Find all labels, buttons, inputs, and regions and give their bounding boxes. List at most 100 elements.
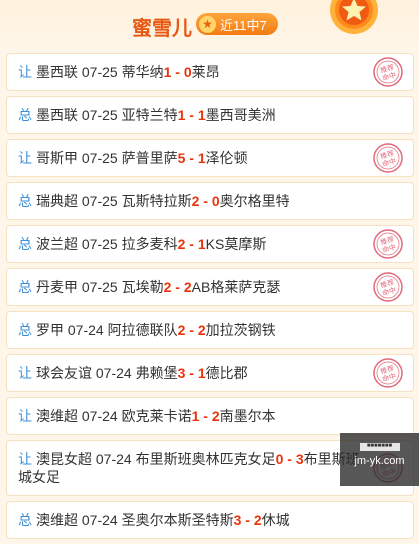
hit-stamp-icon: 推荐命中 [373,272,403,302]
row-score-sep: - [199,193,212,209]
row-score-sep: - [283,451,296,467]
row-away: 莱昂 [191,64,220,80]
row-tag: 总 [18,107,32,123]
row-date: 07-25 [81,150,118,166]
row-tag: 总 [18,322,32,338]
match-row[interactable]: 总波兰超 07-25 拉多麦科2 - 1KS莫摩斯 推荐 命中 [6,225,414,263]
row-away-score: 0 [211,193,220,209]
row-date: 07-24 [81,512,118,528]
watermark: ■■■■■■■ jm-yk.com [340,433,419,486]
row-score-sep: - [171,279,184,295]
row-home: 瓦斯特拉斯 [121,193,192,209]
match-row[interactable]: 让球会友谊 07-24 弗赖堡3 - 1德比郡 推荐 命中 [6,354,414,392]
star-icon: ★ [199,15,216,33]
row-league: 哥斯甲 [36,150,78,166]
match-row[interactable]: 让澳维超 07-24 欧克莱卡诺1 - 2南墨尔本 [6,397,414,435]
row-date: 07-24 [95,365,132,381]
row-home: 布里斯班奥林匹克女足 [135,451,276,467]
hit-stamp-icon: 推荐命中 [373,143,403,173]
watermark-site: jm-yk.com [354,455,405,467]
row-away: 德比郡 [205,365,248,381]
row-away-score: 2 [183,279,192,295]
row-tag: 让 [18,408,32,424]
row-tag: 总 [18,279,32,295]
row-away-score: 2 [253,512,262,528]
row-league: 澳维超 [36,512,78,528]
row-home: 萨普里萨 [121,150,178,166]
match-row[interactable]: 让墨西联 07-25 蒂华纳1 - 0莱昂 推荐 命中 [6,53,414,91]
row-home-score: 3 [233,512,242,528]
hit-rate-text: 近11中7 [220,17,267,33]
row-home: 弗赖堡 [135,365,178,381]
row-score-sep: - [199,408,212,424]
row-score-sep: - [241,512,254,528]
row-away-score: 1 [197,107,206,123]
row-score-sep: - [185,365,198,381]
row-away-score: 1 [197,236,206,252]
row-away: 加拉茨钢铁 [205,322,276,338]
row-away: 休城 [261,512,290,528]
row-league: 罗甲 [36,322,64,338]
medal-star-icon [330,0,378,34]
row-away: 泽伦顿 [205,150,248,166]
row-away: KS莫摩斯 [205,236,267,252]
row-league: 澳维超 [36,408,78,424]
row-away-score: 0 [183,64,192,80]
row-home: 圣奥尔本斯圣特斯 [121,512,234,528]
row-tag: 总 [18,512,32,528]
watermark-top: ■■■■■■■ [359,443,400,451]
row-date: 07-25 [81,279,118,295]
row-away-score: 3 [295,451,304,467]
row-home: 瓦埃勒 [121,279,164,295]
row-date: 07-25 [81,64,118,80]
hit-stamp-icon: 推荐命中 [373,358,403,388]
row-score-sep: - [185,107,198,123]
row-league: 澳昆女超 [36,451,92,467]
row-away: AB格莱萨克瑟 [191,279,281,295]
row-score-sep: - [171,64,184,80]
row-away-score: 1 [197,150,206,166]
row-league: 球会友谊 [36,365,92,381]
match-row[interactable]: 总罗甲 07-24 阿拉德联队2 - 2加拉茨钢铁 [6,311,414,349]
row-league: 丹麦甲 [36,279,78,295]
row-away-score: 1 [197,365,206,381]
row-home: 拉多麦科 [121,236,178,252]
row-date: 07-24 [67,322,104,338]
row-league: 墨西联 [36,107,78,123]
row-away-score: 2 [211,408,220,424]
row-date: 07-24 [81,408,118,424]
row-score-sep: - [185,236,198,252]
match-row[interactable]: 总澳维超 07-24 圣奥尔本斯圣特斯3 - 2休城 [6,501,414,539]
row-tag: 总 [18,236,32,252]
row-league: 波兰超 [36,236,78,252]
row-tag: 让 [18,451,32,467]
row-score-sep: - [185,150,198,166]
row-date: 07-25 [81,193,118,209]
hit-stamp-icon: 推荐命中 [373,57,403,87]
row-away-score: 2 [197,322,206,338]
row-away: 奥尔格里特 [219,193,290,209]
hit-stamp-icon: 推荐命中 [373,229,403,259]
row-league: 瑞典超 [36,193,78,209]
match-row[interactable]: 让哥斯甲 07-25 萨普里萨5 - 1泽伦顿 推荐 命中 [6,139,414,177]
row-home: 阿拉德联队 [107,322,178,338]
row-league: 墨西联 [36,64,78,80]
header: 蜜雪儿 ★ 近11中7 [0,0,419,52]
row-tag: 让 [18,64,32,80]
hit-rate-badge: ★ 近11中7 [196,13,278,35]
row-tag: 让 [18,150,32,166]
row-date: 07-24 [95,451,132,467]
row-home: 蒂华纳 [121,64,164,80]
row-tag: 让 [18,365,32,381]
row-away: 墨西哥美洲 [205,107,276,123]
row-date: 07-25 [81,107,118,123]
row-away: 南墨尔本 [219,408,276,424]
row-home: 亚特兰特 [121,107,178,123]
row-tag: 总 [18,193,32,209]
match-row[interactable]: 总瑞典超 07-25 瓦斯特拉斯2 - 0奥尔格里特 [6,182,414,220]
match-row[interactable]: 总丹麦甲 07-25 瓦埃勒2 - 2AB格莱萨克瑟 推荐 命中 [6,268,414,306]
row-date: 07-25 [81,236,118,252]
row-score-sep: - [185,322,198,338]
match-row[interactable]: 总墨西联 07-25 亚特兰特1 - 1墨西哥美洲 [6,96,414,134]
expert-name: 蜜雪儿 [132,18,192,40]
